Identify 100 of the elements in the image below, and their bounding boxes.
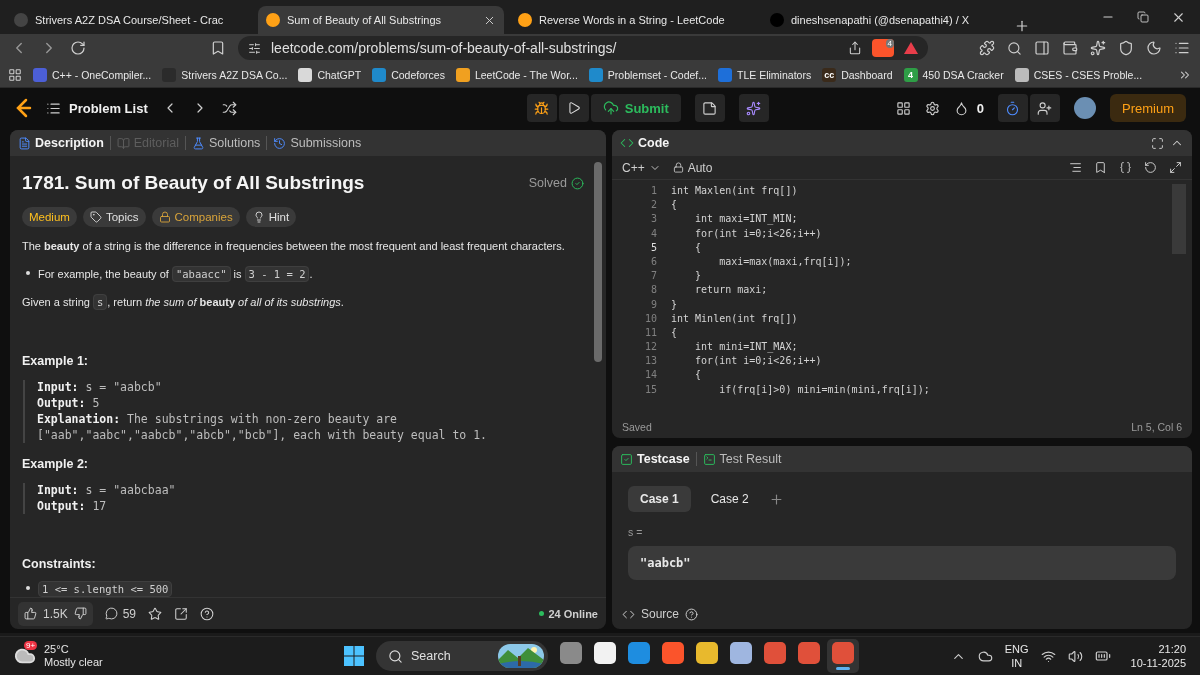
- shuffle-icon[interactable]: [221, 100, 237, 116]
- reset-icon[interactable]: [1144, 161, 1157, 174]
- run-button[interactable]: [558, 94, 589, 122]
- note-button[interactable]: [694, 94, 725, 122]
- thumbs-up-icon: [24, 607, 37, 620]
- case-tab[interactable]: Case 2: [698, 486, 761, 512]
- browser-tab[interactable]: Reverse Words in a String - LeetCode: [510, 6, 756, 34]
- new-tab-icon[interactable]: [1014, 18, 1030, 34]
- panel-tab[interactable]: Submissions: [273, 136, 362, 150]
- help-icon[interactable]: [200, 606, 215, 621]
- bookmark[interactable]: LeetCode - The Wor...: [455, 67, 578, 82]
- bookmark-icon[interactable]: [210, 40, 226, 56]
- bookmark[interactable]: cc Dashboard: [822, 67, 893, 82]
- bookmark-icon[interactable]: [1094, 161, 1107, 174]
- bookmark[interactable]: 4 450 DSA Cracker: [903, 67, 1004, 82]
- restore-icon[interactable]: [1137, 11, 1149, 23]
- bookmark[interactable]: C++ - OneCompiler...: [33, 67, 152, 82]
- panel-tab[interactable]: Test Result: [702, 452, 782, 466]
- expand-icon[interactable]: [1151, 136, 1164, 150]
- source-link[interactable]: Source: [622, 607, 680, 621]
- tag-chip[interactable]: Topics: [82, 207, 146, 227]
- streak-counter[interactable]: 0: [953, 100, 984, 116]
- constraint: 1 <= s.length <= 500: [38, 581, 173, 597]
- panel-tab[interactable]: Description: [18, 136, 104, 150]
- share-icon[interactable]: [174, 606, 189, 621]
- bookmark[interactable]: Codeforces: [372, 67, 445, 82]
- paragraph: For example, the beauty of "abaacc" is 3 - 1 = 2 .: [38, 266, 313, 283]
- line-number: 2: [650, 198, 657, 213]
- example-line: Output: 17: [37, 498, 108, 514]
- address-field[interactable]: leetcode.com/problems/sum-of-beauty-of-all-substrings/ 4: [238, 36, 928, 60]
- braces-icon[interactable]: [1119, 161, 1132, 174]
- star-icon[interactable]: [148, 606, 163, 621]
- menu-icon[interactable]: [1174, 40, 1190, 56]
- bookmark[interactable]: ChatGPT: [298, 67, 362, 82]
- site-icon: [518, 13, 532, 27]
- submit-button[interactable]: Submit: [590, 94, 681, 122]
- clock[interactable]: 21:20 10-11-2025: [1130, 642, 1186, 670]
- premium-button[interactable]: Premium: [1110, 94, 1186, 122]
- thumbs-down-icon[interactable]: [73, 607, 87, 620]
- search-field[interactable]: Search: [376, 641, 548, 671]
- search-icon[interactable]: [1007, 40, 1022, 56]
- apps-icon[interactable]: [8, 67, 22, 82]
- help-icon[interactable]: [685, 607, 699, 621]
- puzzle-icon[interactable]: [979, 40, 995, 56]
- language-select[interactable]: C++: [622, 160, 661, 175]
- input-field[interactable]: "aabcb": [628, 546, 1176, 580]
- battery-icon[interactable]: [1094, 648, 1111, 664]
- browser-tab[interactable]: Strivers A2Z DSA Course/Sheet - Crac: [6, 6, 252, 34]
- invite-button[interactable]: [1030, 94, 1060, 122]
- line-number: 10: [644, 311, 657, 326]
- panel-tab[interactable]: Code: [620, 136, 670, 150]
- example-heading: Example 2:: [22, 456, 89, 471]
- app-icon[interactable]: [827, 639, 859, 673]
- browser-tab[interactable]: dineshsenapathi (@dsenapathi4) / X: [762, 6, 1008, 34]
- browser-tab[interactable]: Sum of Beauty of All Substrings: [258, 6, 504, 34]
- bookmark[interactable]: CSES - CSES Proble...: [1014, 67, 1143, 82]
- logo-icon[interactable]: [14, 98, 32, 118]
- shield-icon[interactable]: [1118, 40, 1134, 56]
- debug-button[interactable]: [526, 94, 557, 122]
- bullet: [26, 586, 30, 590]
- mode-label[interactable]: Auto: [672, 160, 713, 175]
- timer-button[interactable]: [998, 94, 1028, 122]
- settings-icon[interactable]: [924, 100, 940, 116]
- scrollbar[interactable]: [594, 162, 602, 362]
- bookmark[interactable]: TLE Eliminators: [718, 67, 812, 82]
- drop-icon: [953, 100, 969, 116]
- avatar[interactable]: [1074, 97, 1096, 119]
- ai-button[interactable]: [738, 94, 769, 122]
- format-icon[interactable]: [1069, 161, 1082, 174]
- line-number: 13: [644, 354, 657, 369]
- moon-icon[interactable]: [1146, 40, 1162, 56]
- layout-icon[interactable]: [895, 100, 911, 116]
- case-tab[interactable]: Case 1: [628, 486, 691, 512]
- windows-icon[interactable]: [344, 646, 364, 666]
- note-icon: [702, 100, 718, 116]
- panel-tab[interactable]: Testcase: [620, 452, 690, 466]
- lightbulb-icon: [252, 211, 265, 223]
- site-icon: cc: [822, 67, 837, 82]
- reload-icon[interactable]: [70, 40, 86, 56]
- fullscreen-icon[interactable]: [1169, 161, 1182, 174]
- comments-button[interactable]: 59: [104, 606, 137, 621]
- sparkle-icon[interactable]: [1090, 40, 1106, 56]
- bookmark[interactable]: Problemset - Codef...: [588, 67, 708, 82]
- sidebar-icon[interactable]: [1034, 40, 1050, 56]
- cloud-icon[interactable]: [977, 648, 993, 664]
- shield-icon[interactable]: 4: [872, 39, 894, 57]
- language-indicator[interactable]: ENG IN: [1004, 642, 1029, 670]
- bookmark[interactable]: Strivers A2Z DSA Co...: [162, 67, 288, 82]
- panel-tab[interactable]: Solutions: [191, 136, 261, 150]
- volume-icon[interactable]: [1067, 648, 1083, 664]
- weather-widget[interactable]: 9+ 25°C Mostly clear: [14, 643, 344, 669]
- tag-chip[interactable]: Hint: [245, 207, 297, 227]
- add-icon[interactable]: [768, 491, 784, 507]
- problem-list-link[interactable]: Problem List: [46, 100, 148, 116]
- like-button[interactable]: 1.5K: [18, 601, 93, 626]
- share-icon[interactable]: [848, 41, 862, 55]
- line-number: 8: [650, 283, 657, 298]
- tag-chip[interactable]: Medium: [22, 207, 77, 227]
- tag-chip[interactable]: Companies: [151, 207, 240, 227]
- wallet-icon[interactable]: [1062, 40, 1078, 56]
